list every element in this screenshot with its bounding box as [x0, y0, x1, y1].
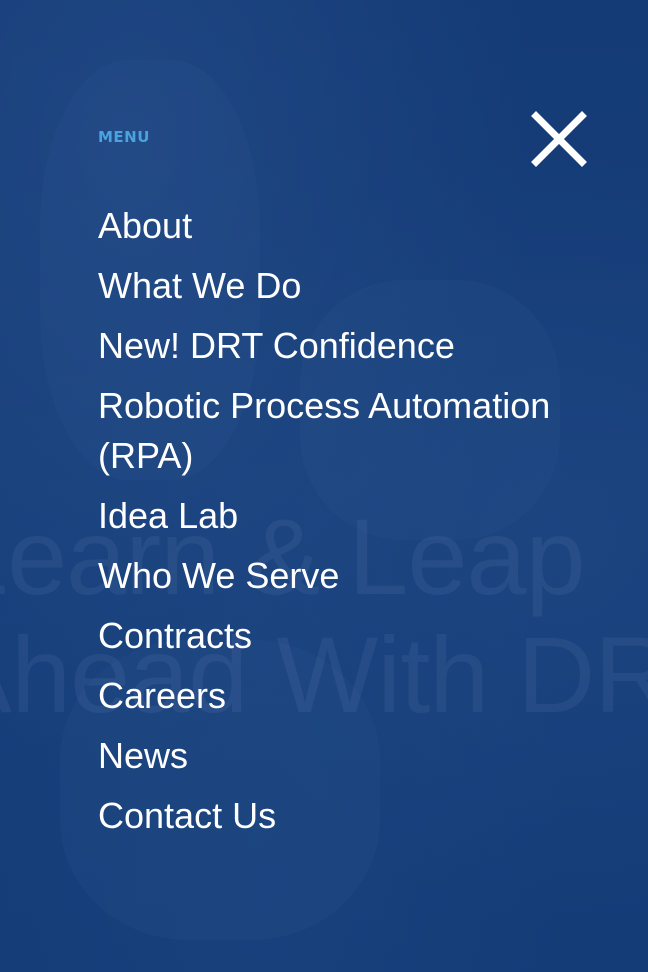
nav-item: Idea Lab: [98, 486, 578, 546]
nav-link-idea-lab[interactable]: Idea Lab: [98, 486, 578, 546]
nav-link-rpa[interactable]: Robotic Process Automation (RPA): [98, 376, 578, 486]
nav-link-who-we-serve[interactable]: Who We Serve: [98, 546, 578, 606]
nav-link-about[interactable]: About: [98, 196, 578, 256]
menu-label: MENU: [98, 128, 150, 146]
nav-link-what-we-do[interactable]: What We Do: [98, 256, 578, 316]
nav-item: Contracts: [98, 606, 578, 666]
nav-item: What We Do: [98, 256, 578, 316]
nav-item: About: [98, 196, 578, 256]
close-menu-button[interactable]: [530, 110, 588, 168]
nav-item: Contact Us: [98, 786, 578, 846]
nav-item: Robotic Process Automation (RPA): [98, 376, 578, 486]
close-icon: [531, 111, 587, 167]
nav-link-drt-confidence[interactable]: New! DRT Confidence: [98, 316, 578, 376]
nav-item: Careers: [98, 666, 578, 726]
nav-link-contracts[interactable]: Contracts: [98, 606, 578, 666]
nav-link-contact-us[interactable]: Contact Us: [98, 786, 578, 846]
nav-item: New! DRT Confidence: [98, 316, 578, 376]
nav-item: Who We Serve: [98, 546, 578, 606]
main-navigation: About What We Do New! DRT Confidence Rob…: [98, 196, 578, 846]
nav-link-careers[interactable]: Careers: [98, 666, 578, 726]
nav-link-news[interactable]: News: [98, 726, 578, 786]
nav-item: News: [98, 726, 578, 786]
